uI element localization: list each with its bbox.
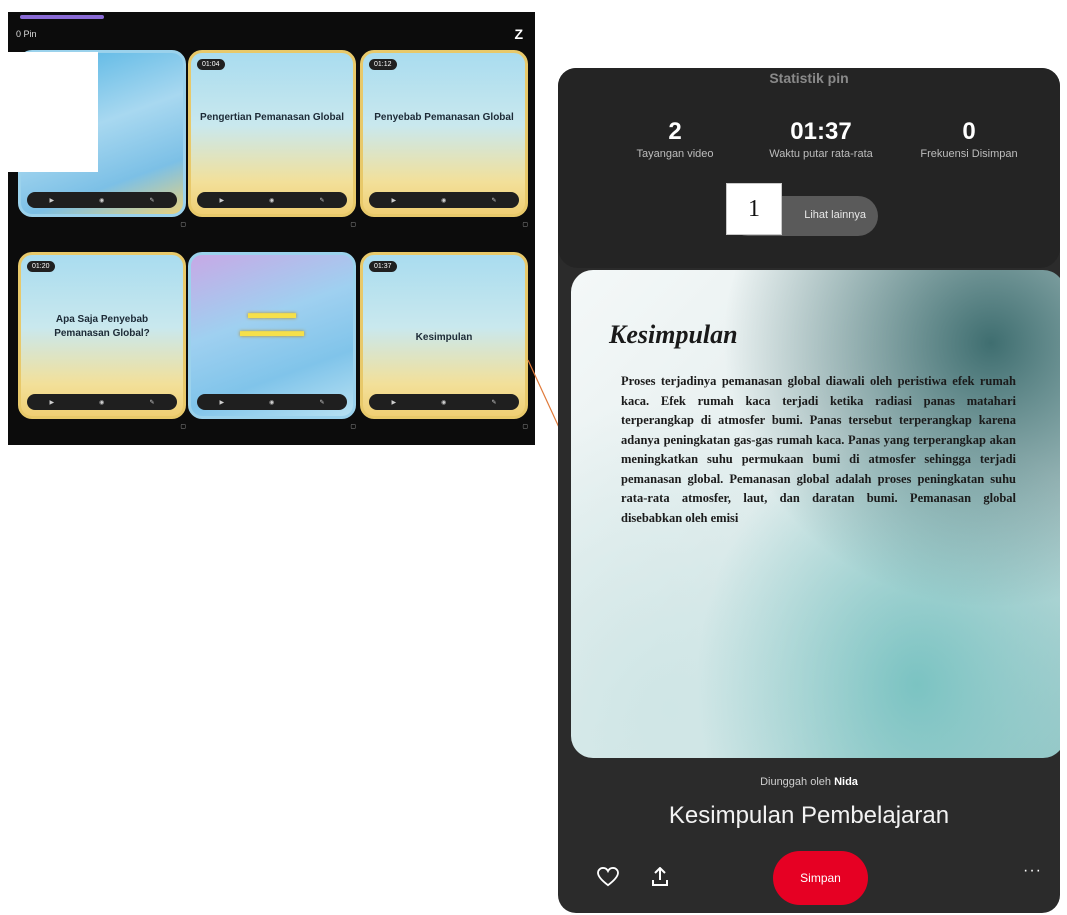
pin-card-3[interactable]: 01:12 Penyebab Pemanasan Global ▶ ◉ ✎ <box>360 50 528 217</box>
progress-bar <box>20 15 104 19</box>
redaction-box <box>8 52 98 172</box>
pin-caption-row-5: ▢ <box>350 424 356 430</box>
save-button[interactable]: Simpan <box>773 851 868 905</box>
stat-value: 01:37 <box>790 118 852 145</box>
pin-detail-title: Kesimpulan Pembelajaran <box>668 802 950 829</box>
pin-title: Pengertian Pemanasan Global <box>200 112 344 123</box>
pin-title: Kesimpulan <box>415 332 473 343</box>
stat-saves: 0 Frekuensi Disimpan <box>894 118 1044 161</box>
pin-caption-row-1: ▢ <box>180 222 186 228</box>
more-options-icon[interactable]: ··· <box>1023 862 1042 880</box>
pin-duration-badge: 01:12 <box>369 59 397 70</box>
pin-duration-badge: 01:04 <box>197 59 225 70</box>
stat-label: Waktu putar rata-rata <box>769 148 873 160</box>
card-body-text: Proses terjadinya pemanasan global diawa… <box>621 374 1016 525</box>
annotation-marker: 1 <box>726 183 782 235</box>
pin-stats-bar: ▶ ◉ ✎ <box>27 192 177 208</box>
pin-card-2[interactable]: 01:04 Pengertian Pemanasan Global ▶ ◉ ✎ <box>188 50 356 217</box>
stat-label: Tayangan video <box>636 148 714 160</box>
uploader-prefix: Diunggah oleh <box>760 776 832 788</box>
stat-avg-watch-time: 01:37 Waktu putar rata-rata <box>746 118 896 161</box>
pin-card-5[interactable]: ▬▬▬ ▬▬▬▬ ▶ ◉ ✎ <box>188 252 356 419</box>
pin-title: Penyebab Pemanasan Global <box>374 112 514 123</box>
pin-stats-bar: ▶ ◉ ✎ <box>27 394 177 410</box>
stats-header: Statistik pin 2 Tayangan video 01:37 Wak… <box>558 68 1060 268</box>
pin-board: 0 Pin Z ▶ ◉ ✎ 01:04 Pengertian Pemanasan G… <box>8 12 535 445</box>
pin-caption-row-6: ▢ <box>522 424 528 430</box>
pin-stats-bar: ▶ ◉ ✎ <box>197 192 347 208</box>
pin-title: Apa Saja Penyebab Pemanasan Global? <box>54 314 150 339</box>
see-more-label: Lihat lainnya <box>804 209 866 221</box>
board-top-label: 0 Pin <box>16 29 37 39</box>
pin-caption-row-4: ▢ <box>180 424 186 430</box>
pin-detail-panel: Statistik pin 2 Tayangan video 01:37 Wak… <box>558 68 1060 913</box>
pin-duration-badge: 01:37 <box>369 261 397 272</box>
board-corner-icon[interactable]: Z <box>514 26 523 42</box>
pin-caption-row-3: ▢ <box>522 222 528 228</box>
heart-icon[interactable] <box>594 863 622 891</box>
stat-value: 2 <box>668 118 682 145</box>
pin-card-4[interactable]: 01:20 Apa Saja Penyebab Pemanasan Global… <box>18 252 186 419</box>
pin-card-6[interactable]: 01:37 Kesimpulan ▶ ◉ ✎ <box>360 252 528 419</box>
pin-stats-bar: ▶ ◉ ✎ <box>369 192 519 208</box>
pin-image[interactable]: Kesimpulan Proses terjadinya pemanasan g… <box>571 270 1060 758</box>
stat-views: 2 Tayangan video <box>600 118 750 161</box>
uploader-name[interactable]: Nida <box>834 776 858 788</box>
card-heading: Kesimpulan <box>609 320 738 349</box>
uploader-line: Diunggah oleh Nida <box>558 776 1060 788</box>
pin-duration-badge: 01:20 <box>27 261 55 272</box>
stat-label: Frekuensi Disimpan <box>920 148 1018 160</box>
stat-value: 0 <box>962 118 976 145</box>
pin-stats-bar: ▶ ◉ ✎ <box>369 394 519 410</box>
pin-title: ▬▬▬ ▬▬▬▬ <box>240 305 304 340</box>
share-icon[interactable] <box>646 863 674 891</box>
pin-caption-row-2: ▢ <box>350 222 356 228</box>
pin-stats-bar: ▶ ◉ ✎ <box>197 394 347 410</box>
stats-title: Statistik pin <box>769 70 849 86</box>
